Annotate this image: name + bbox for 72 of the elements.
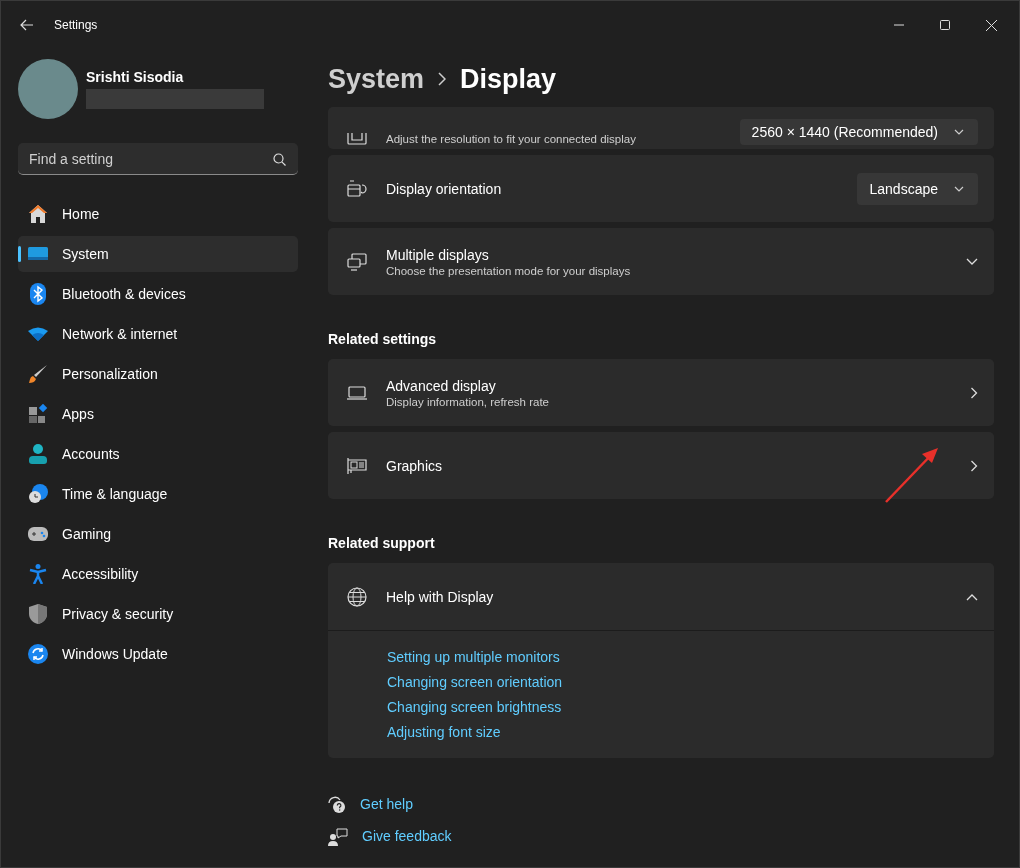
nav-item[interactable]: Accounts [18, 436, 298, 472]
breadcrumb-link[interactable]: System [328, 63, 425, 95]
help-link[interactable]: Get help [360, 796, 413, 812]
rotate-screen-icon [346, 179, 368, 198]
gamepad-icon [28, 527, 48, 541]
bluetooth-icon [28, 283, 48, 305]
graphics-card-icon [346, 457, 368, 474]
dropdown[interactable]: Landscape [857, 172, 978, 205]
settings-link-card[interactable]: Graphics [328, 432, 994, 499]
dropdown[interactable]: 2560 × 1440 (Recommended) [739, 119, 978, 145]
chevron-right-icon[interactable] [970, 386, 978, 399]
nav-item[interactable]: Apps [18, 396, 298, 432]
nav-item[interactable]: Accessibility [18, 556, 298, 592]
nav-item[interactable]: Personalization [18, 356, 298, 392]
paintbrush-icon [28, 364, 48, 384]
search-field[interactable]: Find a setting [18, 143, 298, 175]
chevron-down-icon[interactable] [966, 257, 978, 266]
person-speech-icon [328, 828, 348, 846]
section-heading: Related settings [328, 331, 438, 347]
nav-item[interactable]: Time & language [18, 476, 298, 512]
chevron-up-icon[interactable] [966, 592, 978, 601]
nav-item[interactable]: Gaming [18, 516, 298, 552]
setting-title: Display orientation [386, 180, 503, 197]
avatar-photo-placeholder [18, 59, 78, 119]
globe-clock-icon [28, 484, 48, 504]
chevron-right-icon[interactable] [970, 459, 978, 472]
settings-card[interactable]: Help with Display Setting up multiple monitors Changing screen orientation Changing screen brightness Adjusting font size [328, 563, 994, 758]
two-monitors-icon [346, 252, 368, 271]
accessibility-figure-icon [28, 564, 48, 584]
help-bubble-icon [328, 796, 346, 814]
setting-title: Multiple displays [386, 246, 490, 263]
settings-card[interactable]: Multiple displays Choose the presentation mode for your displays [328, 228, 994, 295]
page-title: Display [460, 63, 557, 95]
resize-frame-icon [346, 133, 368, 145]
help-link[interactable]: Changing screen brightness [387, 699, 562, 715]
laptop-icon [346, 385, 368, 400]
help-link[interactable]: Changing screen orientation [387, 674, 563, 690]
setting-title: Advanced display [386, 377, 497, 394]
back-arrow-icon[interactable] [20, 19, 34, 31]
setting-description: Adjust the resolution to fit your connected display [386, 133, 637, 145]
nav-item[interactable]: Windows Update [18, 636, 298, 672]
globe-icon [346, 586, 368, 607]
setting-description: Display information, refresh rate [386, 395, 550, 408]
settings-link-card[interactable]: Advanced display Display information, refresh rate [328, 359, 994, 426]
maximize-icon[interactable] [940, 20, 950, 30]
chevron-down-icon [954, 129, 964, 135]
section-heading: Related support [328, 535, 436, 551]
nav-item[interactable]: Privacy & security [18, 596, 298, 632]
help-link[interactable]: Adjusting font size [387, 724, 501, 740]
chevron-right-icon [438, 72, 447, 86]
house-icon [28, 204, 48, 224]
setting-title: Help with Display [386, 588, 495, 605]
chevron-down-icon [954, 185, 964, 192]
close-icon[interactable] [986, 19, 997, 31]
search-icon [273, 153, 286, 166]
nav-item[interactable]: Home [18, 196, 298, 232]
nav-item[interactable]: Bluetooth & devices [18, 276, 298, 312]
wifi-icon [28, 327, 48, 341]
user-name: Srishti Sisodia [86, 69, 185, 85]
window-title: Settings [54, 18, 98, 32]
help-link[interactable]: Give feedback [362, 828, 452, 844]
shield-icon [28, 604, 48, 624]
sync-arrows-icon [28, 644, 48, 664]
help-link[interactable]: Setting up multiple monitors [387, 649, 560, 665]
setting-description: Choose the presentation mode for your displays [386, 264, 632, 277]
apps-grid-icon [28, 404, 48, 424]
nav-item[interactable]: Network & internet [18, 316, 298, 352]
annotation-arrow [884, 446, 940, 504]
setting-title: Graphics [386, 457, 444, 474]
monitor-icon [28, 246, 48, 262]
nav-item[interactable]: System [18, 236, 298, 272]
person-icon [28, 444, 48, 464]
